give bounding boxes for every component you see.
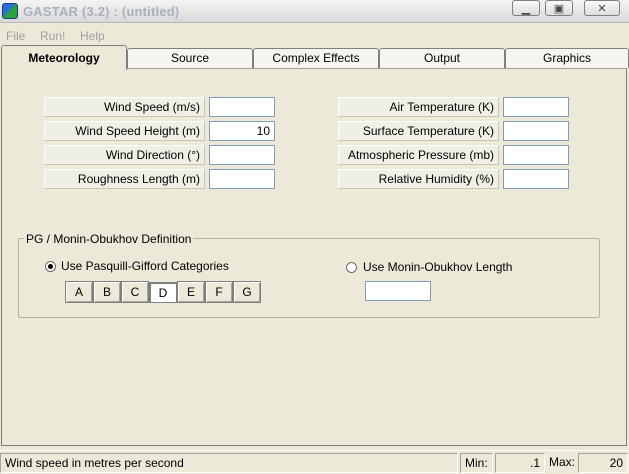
pg-category-f-button[interactable]: F [205, 281, 233, 303]
status-bar: Wind speed in metres per second Min: .1 … [0, 450, 629, 474]
app-icon [2, 3, 18, 19]
status-max-label: Max: [549, 455, 576, 469]
atmospheric-pressure-input[interactable] [503, 145, 569, 165]
menu-help[interactable]: Help [80, 29, 105, 43]
pg-categories-label[interactable]: Use Pasquill-Gifford Categories [61, 259, 229, 273]
monin-obukhov-radio[interactable] [346, 262, 357, 273]
roughness-length-input[interactable] [209, 169, 275, 189]
tab-strip: Meteorology Source Complex Effects Outpu… [0, 45, 629, 70]
menu-run[interactable]: Run! [40, 29, 65, 43]
wind-speed-height-input[interactable]: 10 [209, 121, 275, 141]
group-title: PG / Monin-Obukhov Definition [24, 232, 194, 246]
title-bar: GASTAR (3.2) : (untitled) ▁ ▣ ✕ [0, 0, 629, 23]
maximize-button[interactable]: ▣ [545, 0, 573, 16]
minimize-icon: ▁ [521, 2, 531, 15]
pg-categories-radio[interactable] [45, 261, 56, 272]
close-icon: ✕ [597, 2, 607, 15]
maximize-icon: ▣ [553, 2, 565, 15]
surface-temperature-label: Surface Temperature (K) [338, 121, 499, 141]
roughness-length-label: Roughness Length (m) [44, 169, 205, 189]
air-temperature-label: Air Temperature (K) [338, 97, 499, 117]
atmospheric-pressure-label: Atmospheric Pressure (mb) [338, 145, 499, 165]
pg-category-c-button[interactable]: C [121, 281, 149, 303]
minimize-button[interactable]: ▁ [512, 0, 540, 16]
pg-category-a-button[interactable]: A [65, 281, 93, 303]
window-title: GASTAR (3.2) : (untitled) [23, 4, 180, 19]
monin-obukhov-length-input[interactable] [365, 281, 431, 301]
tab-complex-effects[interactable]: Complex Effects [253, 48, 379, 68]
menu-file[interactable]: File [6, 29, 25, 43]
status-min-value: .1 [495, 453, 545, 473]
pg-category-g-button[interactable]: G [233, 281, 261, 303]
relative-humidity-input[interactable] [503, 169, 569, 189]
air-temperature-input[interactable] [503, 97, 569, 117]
menu-bar: File Run! Help [0, 28, 629, 44]
wind-speed-label: Wind Speed (m/s) [44, 97, 205, 117]
status-message: Wind speed in metres per second [0, 453, 458, 473]
close-button[interactable]: ✕ [584, 0, 620, 16]
wind-direction-label: Wind Direction (°) [44, 145, 205, 165]
wind-speed-height-label: Wind Speed Height (m) [44, 121, 205, 141]
tab-source[interactable]: Source [127, 48, 253, 68]
pg-category-e-button[interactable]: E [177, 281, 205, 303]
pg-category-d-button[interactable]: D [149, 282, 177, 303]
monin-obukhov-label[interactable]: Use Monin-Obukhov Length [363, 260, 512, 274]
pg-category-b-button[interactable]: B [93, 281, 121, 303]
wind-direction-input[interactable] [209, 145, 275, 165]
pg-monin-obukhov-group [18, 238, 600, 318]
tab-graphics[interactable]: Graphics [505, 48, 629, 68]
status-min-label: Min: [460, 453, 493, 473]
status-max-value: 20 [578, 453, 628, 473]
wind-speed-input[interactable] [209, 97, 275, 117]
surface-temperature-input[interactable] [503, 121, 569, 141]
tab-output[interactable]: Output [379, 48, 505, 68]
relative-humidity-label: Relative Humidity (%) [338, 169, 499, 189]
tab-meteorology[interactable]: Meteorology [1, 45, 127, 70]
